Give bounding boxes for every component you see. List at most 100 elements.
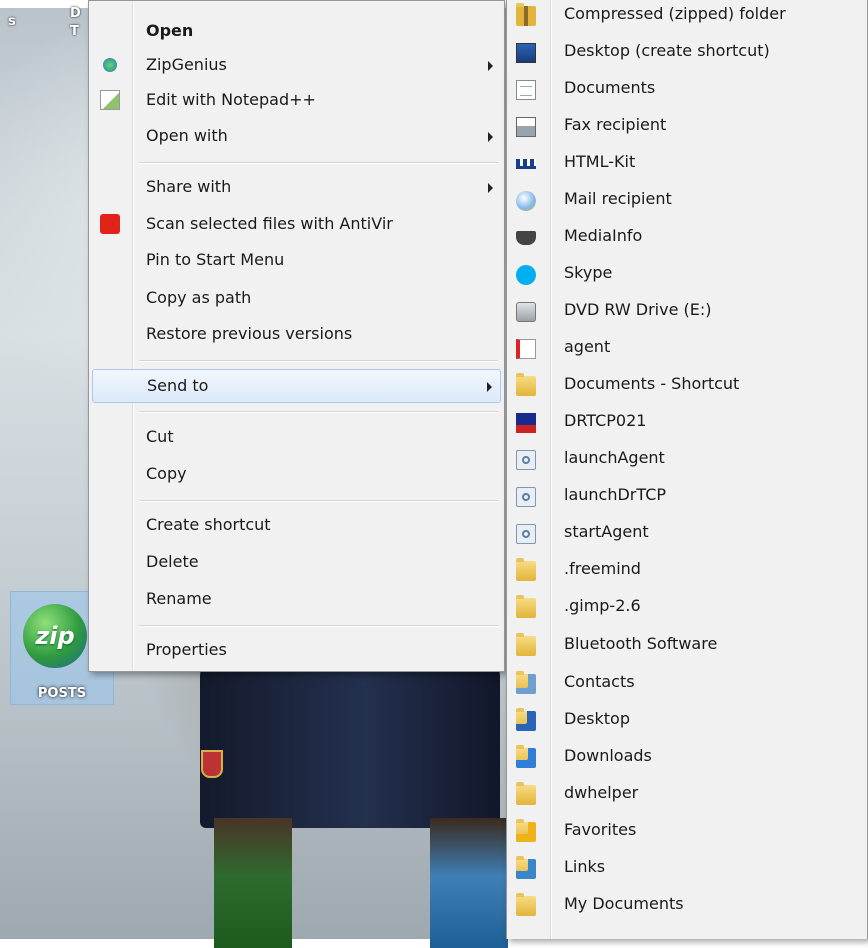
send-to-label: startAgent — [564, 522, 649, 541]
wallpaper-figure-shorts — [200, 658, 500, 828]
send-to-drtcp021[interactable]: DRTCP021 — [510, 405, 864, 442]
menu-item-edit-notepadpp[interactable]: Edit with Notepad++ — [92, 84, 501, 118]
chevron-right-icon — [487, 382, 492, 392]
menu-item-label: Rename — [146, 589, 212, 608]
menu-item-open[interactable]: Open — [92, 15, 501, 49]
desktop-icon — [516, 43, 536, 63]
antivir-icon — [100, 214, 120, 234]
downloads-folder-icon — [516, 745, 536, 768]
send-to-html-kit[interactable]: HTML-Kit — [510, 146, 864, 183]
desktop-folder-icon — [516, 708, 536, 731]
send-to-label: launchDrTCP — [564, 485, 667, 504]
document-icon — [516, 80, 536, 100]
send-to-label: DRTCP021 — [564, 411, 647, 430]
send-to-links[interactable]: Links — [510, 851, 864, 888]
send-to-label: Desktop — [564, 709, 630, 728]
menu-item-cut[interactable]: Cut — [92, 421, 501, 455]
menu-item-label: Share with — [146, 177, 232, 196]
send-to-desktop-folder[interactable]: Desktop — [510, 703, 864, 740]
send-to-freemind[interactable]: .freemind — [510, 553, 864, 590]
folder-icon — [516, 595, 536, 618]
send-to-label: Contacts — [564, 672, 635, 691]
send-to-label: Desktop (create shortcut) — [564, 41, 770, 60]
menu-item-copy[interactable]: Copy — [92, 458, 501, 492]
menu-item-copy-path[interactable]: Copy as path — [92, 282, 501, 316]
html-kit-icon — [516, 159, 536, 169]
send-to-fax-recipient[interactable]: Fax recipient — [510, 109, 864, 146]
zip-folder-icon — [516, 3, 536, 26]
send-to-label: Documents — [564, 78, 656, 97]
menu-item-label: Send to — [147, 376, 209, 395]
menu-item-properties[interactable]: Properties — [92, 634, 501, 668]
send-to-label: Mail recipient — [564, 189, 672, 208]
menu-item-label: ZipGenius — [146, 55, 227, 74]
menu-item-zipgenius[interactable]: ZipGenius — [92, 49, 501, 83]
desktop-icon-label: POSTS — [37, 686, 87, 701]
menu-item-create-shortcut[interactable]: Create shortcut — [92, 509, 501, 543]
menu-item-send-to[interactable]: Send to — [92, 369, 501, 403]
links-folder-icon — [516, 856, 536, 879]
menu-separator — [139, 360, 498, 362]
send-to-startagent[interactable]: startAgent — [510, 516, 864, 553]
send-to-mediainfo[interactable]: MediaInfo — [510, 220, 864, 257]
send-to-submenu: Compressed (zipped) folder Desktop (crea… — [506, 0, 868, 939]
zipgenius-icon — [103, 58, 117, 72]
send-to-compressed-folder[interactable]: Compressed (zipped) folder — [510, 0, 864, 35]
fax-icon — [516, 117, 536, 137]
send-to-bluetooth-software[interactable]: Bluetooth Software — [510, 628, 864, 665]
send-to-label: My Documents — [564, 894, 684, 913]
menu-item-open-with[interactable]: Open with — [92, 120, 501, 154]
script-gear-icon — [516, 487, 536, 507]
menu-item-label: Open with — [146, 126, 228, 145]
folder-icon — [516, 782, 536, 805]
send-to-skype[interactable]: Skype — [510, 257, 864, 294]
menu-item-label: Scan selected files with AntiVir — [146, 214, 393, 233]
send-to-favorites[interactable]: Favorites — [510, 814, 864, 851]
send-to-documents[interactable]: Documents — [510, 72, 864, 109]
mediainfo-icon — [516, 231, 536, 245]
send-to-launchagent[interactable]: launchAgent — [510, 442, 864, 479]
menu-item-pin-start[interactable]: Pin to Start Menu — [92, 244, 501, 278]
send-to-contacts[interactable]: Contacts — [510, 666, 864, 703]
menu-item-label: Delete — [146, 552, 199, 571]
desktop-text-fragment: D — [70, 6, 81, 21]
menu-item-label: Create shortcut — [146, 515, 271, 534]
menu-item-rename[interactable]: Rename — [92, 583, 501, 617]
send-to-mail-recipient[interactable]: Mail recipient — [510, 183, 864, 220]
menu-item-delete[interactable]: Delete — [92, 546, 501, 580]
send-to-label: Fax recipient — [564, 115, 667, 134]
menu-separator — [139, 411, 498, 413]
mail-icon — [516, 191, 536, 211]
send-to-documents-shortcut[interactable]: Documents - Shortcut — [510, 368, 864, 405]
send-to-dwhelper[interactable]: dwhelper — [510, 777, 864, 814]
wallpaper-figure-leg-right — [430, 818, 508, 948]
menu-item-label: Cut — [146, 427, 174, 446]
send-to-agent[interactable]: agent — [510, 331, 864, 368]
folder-doc-icon — [516, 893, 536, 916]
send-to-launchdrtcp[interactable]: launchDrTCP — [510, 479, 864, 516]
menu-item-share-with[interactable]: Share with — [92, 171, 501, 205]
menu-separator — [139, 625, 498, 627]
folder-doc-icon — [516, 373, 536, 396]
folder-icon — [516, 633, 536, 656]
menu-item-label: Properties — [146, 640, 227, 659]
send-to-dvd-drive[interactable]: DVD RW Drive (E:) — [510, 294, 864, 331]
context-menu: Open ZipGenius Edit with Notepad++ Open … — [88, 0, 505, 672]
send-to-desktop-shortcut[interactable]: Desktop (create shortcut) — [510, 35, 864, 72]
send-to-label: Compressed (zipped) folder — [564, 4, 786, 23]
chevron-right-icon — [488, 183, 493, 193]
menu-item-label: Pin to Start Menu — [146, 250, 285, 269]
menu-item-restore-versions[interactable]: Restore previous versions — [92, 318, 501, 352]
wallpaper-crest — [201, 750, 223, 778]
wallpaper-figure-leg-left — [214, 818, 292, 948]
menu-item-label: Restore previous versions — [146, 324, 353, 343]
send-to-label: dwhelper — [564, 783, 639, 802]
send-to-gimp[interactable]: .gimp-2.6 — [510, 590, 864, 627]
send-to-label: .gimp-2.6 — [564, 596, 641, 615]
favorites-folder-icon — [516, 819, 536, 842]
send-to-downloads[interactable]: Downloads — [510, 740, 864, 777]
menu-item-scan-antivir[interactable]: Scan selected files with AntiVir — [92, 208, 501, 242]
send-to-label: Documents - Shortcut — [564, 374, 740, 393]
send-to-my-documents[interactable]: My Documents — [510, 888, 864, 925]
dvd-drive-icon — [516, 302, 536, 322]
